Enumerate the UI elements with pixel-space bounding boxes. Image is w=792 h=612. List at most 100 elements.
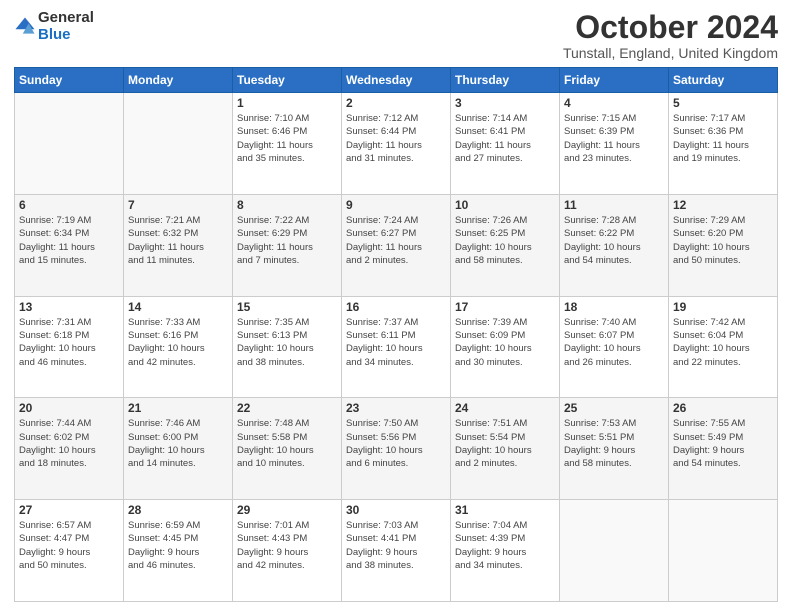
table-row: 14 Sunrise: 7:33 AM Sunset: 6:16 PM Dayli… xyxy=(124,296,233,398)
day-number: 19 xyxy=(673,300,773,314)
day-info: Sunrise: 7:33 AM Sunset: 6:16 PM Dayligh… xyxy=(128,316,228,369)
day-number: 27 xyxy=(19,503,119,517)
day-number: 16 xyxy=(346,300,446,314)
table-row: 15Sunrise: 7:35 AM Sunset: 6:13 PM Dayli… xyxy=(233,296,342,398)
calendar-table: Sunday Monday Tuesday Wednesday Thursday… xyxy=(14,67,778,602)
day-info: Sunrise: 7:24 AM Sunset: 6:27 PM Dayligh… xyxy=(346,214,446,267)
table-row: 23 Sunrise: 7:50 AM Sunset: 5:56 PM Dayli… xyxy=(342,398,451,500)
day-info: Sunrise: 7:55 AM Sunset: 5:49 PM Dayligh… xyxy=(673,417,773,470)
day-number: 8 xyxy=(237,198,337,212)
day-number: 13 xyxy=(19,300,119,314)
logo-general: General xyxy=(38,10,94,27)
col-friday: Friday xyxy=(560,68,669,93)
day-info: Sunrise: 7:17 AM Sunset: 6:36 PM Dayligh… xyxy=(673,112,773,165)
day-number: 14 xyxy=(128,300,228,314)
col-saturday: Saturday xyxy=(669,68,778,93)
day-number: 6 xyxy=(19,198,119,212)
table-row: 9 Sunrise: 7:24 AM Sunset: 6:27 PM Daylig… xyxy=(342,194,451,296)
logo-icon xyxy=(14,16,36,38)
day-number: 22 xyxy=(237,401,337,415)
table-row: 12 Sunrise: 7:29 AM Sunset: 6:20 PM Dayli… xyxy=(669,194,778,296)
day-number: 28 xyxy=(128,503,228,517)
table-row: 5 Sunrise: 7:17 AM Sunset: 6:36 PM Daylig… xyxy=(669,93,778,195)
col-thursday: Thursday xyxy=(451,68,560,93)
table-row: 29 Sunrise: 7:01 AM Sunset: 4:43 PM Dayli… xyxy=(233,500,342,602)
day-info: Sunrise: 7:01 AM Sunset: 4:43 PM Dayligh… xyxy=(237,519,337,572)
day-number: 21 xyxy=(128,401,228,415)
table-row: 20 Sunrise: 7:44 AM Sunset: 6:02 PM Dayli… xyxy=(15,398,124,500)
table-row: 6Sunrise: 7:19 AM Sunset: 6:34 PM Daylig… xyxy=(15,194,124,296)
day-info: Sunrise: 7:40 AM Sunset: 6:07 PM Dayligh… xyxy=(564,316,664,369)
table-row: 19 Sunrise: 7:42 AM Sunset: 6:04 PM Dayli… xyxy=(669,296,778,398)
table-row: 17 Sunrise: 7:39 AM Sunset: 6:09 PM Dayli… xyxy=(451,296,560,398)
day-number: 29 xyxy=(237,503,337,517)
table-row: 10Sunrise: 7:26 AM Sunset: 6:25 PM Dayli… xyxy=(451,194,560,296)
logo-text: General Blue xyxy=(38,10,94,43)
day-info: Sunrise: 7:39 AM Sunset: 6:09 PM Dayligh… xyxy=(455,316,555,369)
table-row xyxy=(124,93,233,195)
calendar-row: 20 Sunrise: 7:44 AM Sunset: 6:02 PM Dayli… xyxy=(15,398,778,500)
day-number: 3 xyxy=(455,96,555,110)
day-info: Sunrise: 7:35 AM Sunset: 6:13 PM Dayligh… xyxy=(237,316,337,369)
day-info: Sunrise: 7:44 AM Sunset: 6:02 PM Dayligh… xyxy=(19,417,119,470)
day-number: 5 xyxy=(673,96,773,110)
day-number: 24 xyxy=(455,401,555,415)
day-number: 7 xyxy=(128,198,228,212)
table-row: 16Sunrise: 7:37 AM Sunset: 6:11 PM Dayli… xyxy=(342,296,451,398)
table-row xyxy=(560,500,669,602)
calendar-row: 6Sunrise: 7:19 AM Sunset: 6:34 PM Daylig… xyxy=(15,194,778,296)
day-info: Sunrise: 6:57 AM Sunset: 4:47 PM Dayligh… xyxy=(19,519,119,572)
day-info: Sunrise: 7:10 AM Sunset: 6:46 PM Dayligh… xyxy=(237,112,337,165)
header: General Blue October 2024 Tunstall, Engl… xyxy=(14,10,778,61)
table-row: 26 Sunrise: 7:55 AM Sunset: 5:49 PM Dayli… xyxy=(669,398,778,500)
month-title: October 2024 xyxy=(563,10,778,45)
table-row: 30 Sunrise: 7:03 AM Sunset: 4:41 PM Dayli… xyxy=(342,500,451,602)
day-number: 18 xyxy=(564,300,664,314)
table-row: 3 Sunrise: 7:14 AM Sunset: 6:41 PM Daylig… xyxy=(451,93,560,195)
col-monday: Monday xyxy=(124,68,233,93)
page: General Blue October 2024 Tunstall, Engl… xyxy=(0,0,792,612)
day-number: 31 xyxy=(455,503,555,517)
day-number: 23 xyxy=(346,401,446,415)
day-info: Sunrise: 7:51 AM Sunset: 5:54 PM Dayligh… xyxy=(455,417,555,470)
day-info: Sunrise: 7:28 AM Sunset: 6:22 PM Dayligh… xyxy=(564,214,664,267)
calendar-row: 1 Sunrise: 7:10 AM Sunset: 6:46 PM Daylig… xyxy=(15,93,778,195)
location-subtitle: Tunstall, England, United Kingdom xyxy=(563,45,778,61)
day-info: Sunrise: 7:21 AM Sunset: 6:32 PM Dayligh… xyxy=(128,214,228,267)
day-info: Sunrise: 7:03 AM Sunset: 4:41 PM Dayligh… xyxy=(346,519,446,572)
table-row: 24 Sunrise: 7:51 AM Sunset: 5:54 PM Dayli… xyxy=(451,398,560,500)
day-number: 9 xyxy=(346,198,446,212)
table-row: 21Sunrise: 7:46 AM Sunset: 6:00 PM Dayli… xyxy=(124,398,233,500)
table-row: 18 Sunrise: 7:40 AM Sunset: 6:07 PM Dayli… xyxy=(560,296,669,398)
table-row: 25Sunrise: 7:53 AM Sunset: 5:51 PM Dayli… xyxy=(560,398,669,500)
day-number: 17 xyxy=(455,300,555,314)
logo: General Blue xyxy=(14,10,94,43)
table-row: 22 Sunrise: 7:48 AM Sunset: 5:58 PM Dayli… xyxy=(233,398,342,500)
table-row: 1 Sunrise: 7:10 AM Sunset: 6:46 PM Daylig… xyxy=(233,93,342,195)
day-info: Sunrise: 7:22 AM Sunset: 6:29 PM Dayligh… xyxy=(237,214,337,267)
calendar-row: 27 Sunrise: 6:57 AM Sunset: 4:47 PM Dayli… xyxy=(15,500,778,602)
day-number: 30 xyxy=(346,503,446,517)
day-number: 1 xyxy=(237,96,337,110)
table-row: 7 Sunrise: 7:21 AM Sunset: 6:32 PM Daylig… xyxy=(124,194,233,296)
table-row: 27 Sunrise: 6:57 AM Sunset: 4:47 PM Dayli… xyxy=(15,500,124,602)
calendar-row: 13 Sunrise: 7:31 AM Sunset: 6:18 PM Dayli… xyxy=(15,296,778,398)
day-info: Sunrise: 7:26 AM Sunset: 6:25 PM Dayligh… xyxy=(455,214,555,267)
day-info: Sunrise: 7:14 AM Sunset: 6:41 PM Dayligh… xyxy=(455,112,555,165)
logo-blue: Blue xyxy=(38,27,94,44)
col-wednesday: Wednesday xyxy=(342,68,451,93)
day-info: Sunrise: 6:59 AM Sunset: 4:45 PM Dayligh… xyxy=(128,519,228,572)
day-info: Sunrise: 7:29 AM Sunset: 6:20 PM Dayligh… xyxy=(673,214,773,267)
day-number: 4 xyxy=(564,96,664,110)
table-row: 11Sunrise: 7:28 AM Sunset: 6:22 PM Dayli… xyxy=(560,194,669,296)
day-number: 26 xyxy=(673,401,773,415)
day-number: 12 xyxy=(673,198,773,212)
day-info: Sunrise: 7:48 AM Sunset: 5:58 PM Dayligh… xyxy=(237,417,337,470)
day-info: Sunrise: 7:42 AM Sunset: 6:04 PM Dayligh… xyxy=(673,316,773,369)
day-info: Sunrise: 7:04 AM Sunset: 4:39 PM Dayligh… xyxy=(455,519,555,572)
day-number: 20 xyxy=(19,401,119,415)
table-row: 4Sunrise: 7:15 AM Sunset: 6:39 PM Daylig… xyxy=(560,93,669,195)
day-info: Sunrise: 7:31 AM Sunset: 6:18 PM Dayligh… xyxy=(19,316,119,369)
col-tuesday: Tuesday xyxy=(233,68,342,93)
day-info: Sunrise: 7:50 AM Sunset: 5:56 PM Dayligh… xyxy=(346,417,446,470)
